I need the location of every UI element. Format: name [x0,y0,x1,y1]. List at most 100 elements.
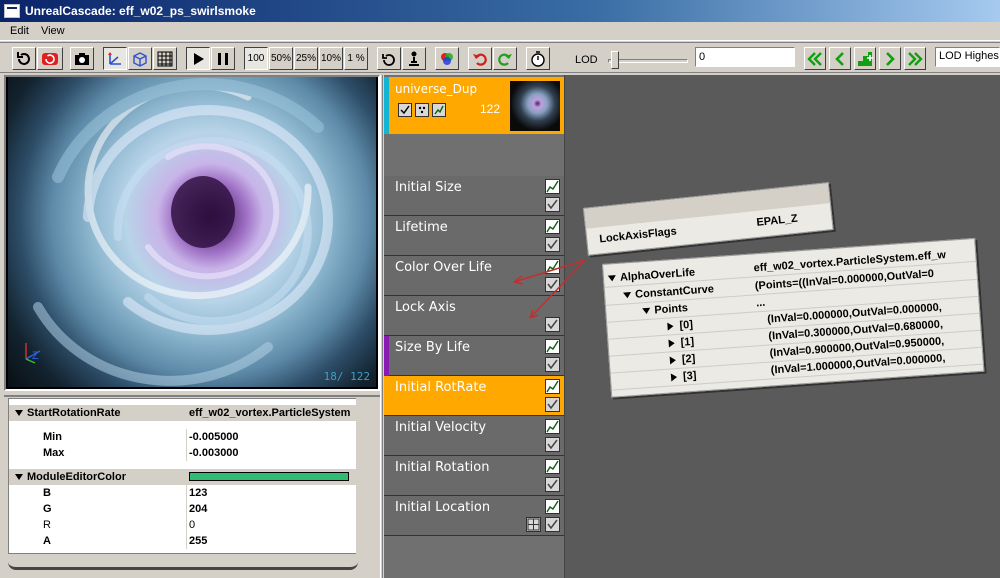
grid-3d-icon[interactable] [526,517,541,532]
background-color-button[interactable] [435,47,459,70]
lod-last-button[interactable] [904,47,926,70]
graph-icon[interactable] [545,419,560,434]
properties-scrollbar[interactable] [356,398,370,554]
realtime-button[interactable] [402,47,426,70]
prop-label: A [9,533,187,549]
prop-g[interactable]: G 204 [9,501,357,517]
emitter-graph-button[interactable] [432,103,446,117]
graph-icon[interactable] [545,179,560,194]
prop-label: Min [9,429,187,445]
prop-value[interactable]: -0.005000 [187,429,357,445]
expand-icon[interactable] [15,410,23,417]
loop-icon [382,53,395,66]
prop-r[interactable]: R 0 [9,517,357,533]
menu-edit[interactable]: Edit [4,25,35,37]
graph-icon[interactable] [545,339,560,354]
play-icon [194,52,204,65]
save-thumbnail-button[interactable] [70,47,94,70]
restart-level-button[interactable] [37,47,63,70]
prop-min[interactable]: Min -0.005000 [9,429,357,445]
enable-checkbox[interactable] [545,477,560,492]
expand-icon[interactable] [15,474,23,481]
restart-sim-button[interactable] [12,47,36,70]
prop-value[interactable]: 0 [187,517,357,533]
lod-slider-track[interactable] [608,59,688,63]
graph-icon[interactable] [545,219,560,234]
module-label: Initial Location [395,500,491,515]
enable-checkbox[interactable] [545,197,560,212]
speed-10-label: 10% [320,53,341,64]
speed-50-button[interactable]: 50% [269,47,293,70]
node-key: [3] [682,369,697,383]
prop-value[interactable]: 255 [187,533,357,549]
lod-add-button[interactable] [854,47,876,70]
prop-label: G [9,501,187,517]
axes-icon [108,51,121,65]
node-key: LockAxisFlags [598,225,678,246]
toggle-grid-button[interactable] [153,47,177,70]
graph-icon[interactable] [545,499,560,514]
module-size-by-life[interactable]: Size By Life [384,336,564,376]
prop-a[interactable]: A 255 [9,533,357,549]
prop-value[interactable]: 204 [187,501,357,517]
lod-select[interactable]: LOD Highest [935,47,1000,67]
left-arrow-icon [835,51,844,66]
expand-icon[interactable] [670,373,678,382]
lod-value-input[interactable] [695,47,795,67]
emitter-header[interactable]: universe_Dup 122 [384,77,564,134]
module-stripe [384,336,389,376]
module-initial-rotrate[interactable]: Initial RotRate [384,376,564,416]
speed-25-button[interactable]: 25% [294,47,318,70]
enable-checkbox[interactable] [545,437,560,452]
enable-checkbox[interactable] [545,517,560,532]
speed-1-button[interactable]: 1 % [344,47,368,70]
timer-button[interactable] [526,47,550,70]
lod-slider-thumb[interactable] [611,51,619,69]
graph-icon[interactable] [545,379,560,394]
undo-button[interactable] [468,47,492,70]
menu-view[interactable]: View [35,25,71,37]
properties-bottom-edge [8,554,358,570]
module-initial-rotation[interactable]: Initial Rotation [384,456,564,496]
lod-next-button[interactable] [879,47,901,70]
enable-checkbox[interactable] [398,103,412,117]
node-key: [0] [679,318,694,332]
module-initial-location[interactable]: Initial Location [384,496,564,536]
toggle-axes-button[interactable] [103,47,127,70]
graph-icon[interactable] [545,459,560,474]
render-mode-button[interactable] [415,103,429,117]
color-swatch[interactable] [189,471,349,481]
prop-value[interactable]: -0.003000 [187,445,357,461]
speed-10-button[interactable]: 10% [319,47,343,70]
speed-100-button[interactable]: 100 [244,47,268,70]
prop-b[interactable]: B 123 [9,485,357,501]
module-initial-velocity[interactable]: Initial Velocity [384,416,564,456]
expand-icon[interactable] [642,307,651,315]
prop-start-rotation-rate[interactable]: StartRotationRate eff_w02_vortex.Particl… [9,405,357,421]
module-label: Color Over Life [395,260,492,275]
prop-value: eff_w02_vortex.ParticleSystem [189,407,351,419]
prop-max[interactable]: Max -0.003000 [9,445,357,461]
module-initial-size[interactable]: Initial Size [384,176,564,216]
required-module-slot[interactable] [384,134,564,176]
expand-icon[interactable] [607,275,617,282]
enable-checkbox[interactable] [545,357,560,372]
enable-checkbox[interactable] [545,397,560,412]
toggle-bounds-button[interactable] [128,47,152,70]
prop-value[interactable]: 123 [187,485,357,501]
lod-prev-button[interactable] [829,47,851,70]
restart-red-icon [42,52,58,65]
expand-icon[interactable] [623,292,632,299]
pause-button[interactable] [211,47,235,70]
expand-icon[interactable] [668,339,675,348]
splitter[interactable] [380,75,383,578]
alpha-over-life-node[interactable]: AlphaOverLife eff_w02_vortex.ParticleSys… [602,237,985,398]
expand-icon[interactable] [669,356,677,365]
expand-icon[interactable] [667,322,674,331]
loop-button[interactable] [377,47,401,70]
preview-viewport[interactable]: Z 18/ 122 [8,77,376,387]
redo-button[interactable] [493,47,517,70]
lod-first-button[interactable] [804,47,826,70]
prop-module-editor-color[interactable]: ModuleEditorColor [9,469,357,485]
play-button[interactable] [186,47,210,70]
